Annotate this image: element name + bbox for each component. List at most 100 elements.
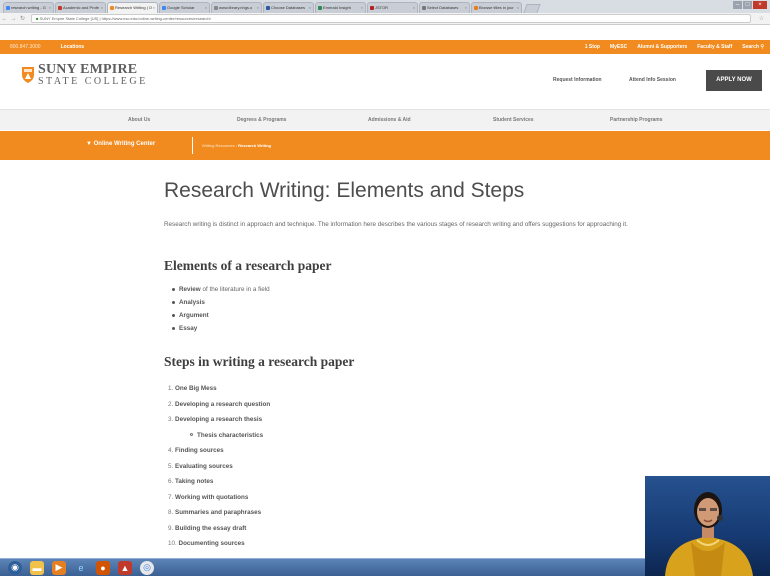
list-item: 10. Documenting sources [168,536,270,552]
link-alumni[interactable]: Alumni & Supporters [637,44,687,50]
nav-student-services[interactable]: Student Services [493,117,534,123]
tab-close-icon[interactable]: × [465,3,467,13]
pdf-reader-icon[interactable]: ▲ [118,560,132,575]
nav-degrees-programs[interactable]: Degrees & Programs [237,117,286,123]
step-link[interactable]: Building the essay draft [175,525,246,532]
presenter-video [645,476,770,576]
step-link[interactable]: Taking notes [175,478,213,485]
breadcrumb-parent[interactable]: Writing Resources [202,143,235,148]
list-item: Argument [172,309,270,322]
tab-close-icon[interactable]: × [361,3,363,13]
step-link[interactable]: One Big Mess [175,385,217,392]
bookmark-star-icon[interactable]: ☆ [759,15,764,22]
browser-tab[interactable]: Choose Databases × [263,2,314,13]
request-information-link[interactable]: Request Information [553,77,602,83]
maximize-icon[interactable]: □ [743,1,752,9]
link-1-stop[interactable]: 1 Stop [585,44,600,50]
search-label: Search [742,44,759,50]
tab-close-icon[interactable]: × [153,3,155,13]
browser-tab[interactable]: Research Writing | O × [107,2,158,13]
attend-info-session-link[interactable]: Attend Info Session [629,77,676,83]
step-link[interactable]: Documenting sources [179,540,245,547]
step-link[interactable]: Developing a research thesis [175,416,262,423]
logo-line1: SUNY EMPIRE [38,62,138,77]
nav-admissions-aid[interactable]: Admissions & Aid [368,117,411,123]
nav-partnership-programs[interactable]: Partnership Programs [610,117,663,123]
browser-tab-strip: research writing - G × Academic and Profe ×… [0,0,770,13]
media-player-icon[interactable]: ▶ [52,560,66,575]
step-link[interactable]: Evaluating sources [175,463,233,470]
url-text: https://www.esc.edu/online-writing-cente… [101,16,211,21]
college-logo[interactable]: SUNY EMPIRE STATE COLLEGE [22,63,148,87]
step-link[interactable]: Working with quotations [175,494,248,501]
step-link[interactable]: Developing a research question [175,401,270,408]
list-item: 3. Developing a research thesis [168,412,270,428]
phone-number[interactable]: 800.847.3000 [10,44,41,50]
new-tab-button[interactable] [523,4,541,13]
link-faculty-staff[interactable]: Faculty & Staff [697,44,732,50]
step-link[interactable]: Thesis characteristics [197,432,263,439]
minimize-icon[interactable]: – [733,1,742,9]
forward-icon[interactable]: → [9,16,18,22]
element-link[interactable]: Analysis [179,299,205,306]
browser-tab[interactable]: JSTOR × [367,2,418,13]
tab-label: www.library.nhgs.o [219,5,253,10]
firefox-icon[interactable]: ● [96,560,110,575]
step-number: 1. [168,385,174,392]
element-link[interactable]: Essay [179,325,197,332]
bullet-icon [172,300,175,304]
element-link[interactable]: Argument [179,312,209,319]
browser-tab[interactable]: research writing - G × [3,2,54,13]
tab-label: Emerald Insight [323,5,351,10]
circle-bullet-icon [190,433,193,437]
reload-icon[interactable]: ↻ [18,15,27,22]
step-link[interactable]: Summaries and paraphrases [175,509,261,516]
apply-now-button[interactable]: APPLY NOW [706,70,762,91]
elements-heading-prefix: Elements of [164,258,236,273]
nav-about-us[interactable]: About Us [128,117,150,123]
tab-close-icon[interactable]: × [517,3,519,13]
browser-tab[interactable]: Google Scholar × [159,2,210,13]
chrome-icon[interactable]: ◎ [140,560,154,575]
browser-tab[interactable]: www.library.nhgs.o × [211,2,262,13]
internet-explorer-icon[interactable]: e [74,561,88,575]
tab-close-icon[interactable]: × [101,3,103,13]
bullet-icon [172,326,175,330]
list-item: 7. Working with quotations [168,490,270,506]
list-item: 9. Building the essay draft [168,521,270,537]
address-bar: ← → ↻ ■ SUNY Empire State College [US] |… [0,13,770,25]
url-site: SUNY Empire State College [US] [39,16,99,21]
tab-close-icon[interactable]: × [257,3,259,13]
element-text: of the literature in a field [200,286,270,293]
list-item: 6. Taking notes [168,474,270,490]
locations-link[interactable]: Locations [61,44,85,50]
window-controls: – □ × [733,1,767,9]
tab-favicon-icon [110,6,114,10]
browser-tab[interactable]: Browse titles in jour × [471,2,522,13]
browser-tab[interactable]: Academic and Profe × [55,2,106,13]
start-orb-icon[interactable]: ◉ [8,560,22,575]
step-number: 5. [168,462,174,470]
browser-tab[interactable]: Emerald Insight × [315,2,366,13]
file-explorer-icon[interactable]: ▬ [30,560,44,575]
link-myesc[interactable]: MyESC [610,44,627,50]
link-search[interactable]: Search ⚲ [742,44,764,50]
steps-list: 1. One Big Mess 2. Developing a research … [168,381,270,552]
divider [192,137,193,154]
tab-close-icon[interactable]: × [413,3,415,13]
close-icon[interactable]: × [753,1,767,9]
tab-close-icon[interactable]: × [205,3,207,13]
main-nav: About Us Degrees & Programs Admissions &… [0,109,770,130]
list-item: 2. Developing a research question [168,397,270,413]
tab-close-icon[interactable]: × [49,3,51,13]
tab-close-icon[interactable]: × [309,3,311,13]
browser-tab[interactable]: Select Databases × [419,2,470,13]
element-link[interactable]: Review [179,286,201,293]
tab-label: Choose Databases [271,5,306,10]
step-link[interactable]: Finding sources [175,447,224,454]
tab-label: Academic and Profe [63,5,100,10]
url-field[interactable]: ■ SUNY Empire State College [US] | https… [31,14,751,23]
back-icon[interactable]: ← [0,16,9,22]
elements-heading-bold: a research paper [235,258,332,273]
section-menu-toggle[interactable]: ▼ Online Writing Center [86,141,155,147]
